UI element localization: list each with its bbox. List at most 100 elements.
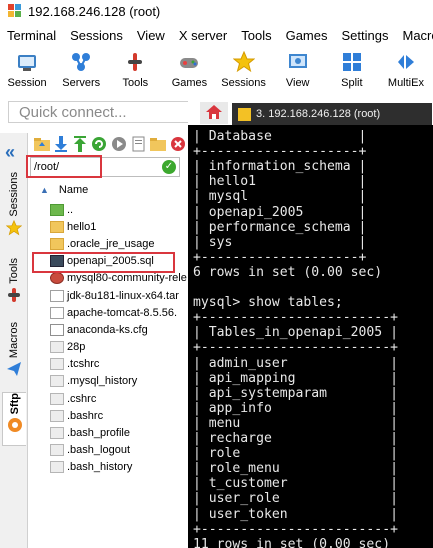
side-tab-sessions[interactable]: Sessions: [2, 172, 26, 236]
multiexec-button[interactable]: MultiEx: [379, 46, 433, 98]
side-tab-sftp[interactable]: Sftp: [2, 392, 26, 446]
file-row[interactable]: hello1: [30, 218, 188, 235]
file-name: mysql80-community-rele: [67, 272, 187, 285]
name-column-header[interactable]: Name: [59, 184, 88, 196]
file-name: ..: [67, 203, 74, 216]
file-name: anaconda-ks.cfg: [67, 323, 148, 336]
file-list: .. hello1 .oracle_jre_usage openapi_2005.sq…: [30, 201, 188, 548]
sftp-path-input[interactable]: /root/: [30, 157, 180, 177]
split-icon: [340, 50, 364, 74]
file-icon: [50, 392, 64, 405]
sort-arrow-icon: ▲: [40, 185, 49, 195]
terminal-line: | mysql |: [193, 189, 367, 205]
side-tab-tools[interactable]: Tools: [2, 258, 26, 316]
file-row[interactable]: 28p: [30, 339, 188, 356]
file-name: jdk-8u181-linux-x64.tar: [67, 289, 179, 302]
multiexec-icon: [394, 50, 418, 74]
terminal-line: +------------------------+: [193, 310, 398, 326]
star-icon: [5, 219, 23, 239]
file-row[interactable]: jdk-8u181-linux-x64.tar: [30, 287, 188, 304]
terminal-line: | openapi_2005 |: [193, 204, 367, 220]
menu-games[interactable]: Games: [279, 28, 335, 43]
file-row[interactable]: .bashrc: [30, 407, 188, 424]
window-title: 192.168.246.128 (root): [28, 3, 161, 19]
menu-macro[interactable]: Macro: [395, 28, 433, 43]
file-row[interactable]: anaconda-ks.cfg: [30, 321, 188, 338]
parent-folder-button[interactable]: [34, 136, 50, 152]
tab-ssh-session[interactable]: 3. 192.168.246.128 (root): [232, 103, 432, 125]
refresh-icon[interactable]: [91, 136, 107, 152]
file-row[interactable]: apache-tomcat-8.5.56.: [30, 304, 188, 321]
terminal-line: mysql> show tables;: [193, 295, 343, 311]
file-icon: [50, 375, 64, 388]
delete-icon[interactable]: [170, 136, 186, 152]
menu-tools[interactable]: Tools: [234, 28, 278, 43]
session-button[interactable]: Session: [0, 46, 54, 98]
terminal-line: | api_systemparam |: [193, 385, 398, 401]
new-file-icon[interactable]: [131, 136, 146, 152]
terminal-line: | role_menu |: [193, 461, 398, 477]
file-row[interactable]: .oracle_jre_usage: [30, 235, 188, 252]
star-icon: [232, 50, 256, 74]
menu-sessions[interactable]: Sessions: [63, 28, 130, 43]
side-tab-macros[interactable]: Macros: [2, 322, 26, 388]
file-row[interactable]: .bash_logout: [30, 442, 188, 459]
file-row[interactable]: .bash_profile: [30, 424, 188, 441]
terminal-line: | app_info |: [193, 400, 398, 416]
file-row[interactable]: .mysql_history: [30, 373, 188, 390]
file-row[interactable]: .bash_history: [30, 459, 188, 476]
file-list-header: ▲ Name: [30, 181, 186, 199]
file-name: .tcshrc: [67, 358, 100, 371]
menu-terminal[interactable]: Terminal: [0, 28, 63, 43]
file-row[interactable]: mysql80-community-rele: [30, 270, 188, 287]
view-button[interactable]: View: [271, 46, 325, 98]
terminal-line: +------------------------+: [193, 340, 398, 356]
menu-x-server[interactable]: X server: [172, 28, 234, 43]
execute-icon[interactable]: [111, 136, 127, 152]
file-name: .oracle_jre_usage: [67, 237, 155, 250]
file-icon: [50, 409, 64, 422]
file-row[interactable]: ..: [30, 201, 188, 218]
menu-view[interactable]: View: [130, 28, 172, 43]
menu-settings[interactable]: Settings: [335, 28, 396, 43]
file-row[interactable]: openapi_2005.sql: [30, 253, 188, 270]
terminal-line: | recharge |: [193, 431, 398, 446]
file-name: .bashrc: [67, 409, 104, 422]
file-name: hello1: [67, 220, 97, 233]
new-folder-icon[interactable]: [150, 136, 167, 152]
archive-file-icon: [50, 289, 64, 302]
download-icon[interactable]: [54, 136, 69, 152]
terminal-line: | performance_schema |: [193, 219, 367, 235]
file-row[interactable]: .tcshrc: [30, 356, 188, 373]
split-button[interactable]: Split: [325, 46, 379, 98]
games-button[interactable]: Games: [162, 46, 216, 98]
parent-folder-icon: [50, 203, 64, 216]
home-tab[interactable]: [200, 102, 228, 124]
file-icon: [50, 427, 64, 440]
collapse-sidebar-icon[interactable]: «: [5, 143, 23, 161]
servers-icon: [69, 50, 93, 74]
upload-icon[interactable]: [73, 136, 88, 152]
wrench-icon: [6, 287, 22, 306]
terminal-line: 6 rows in set (0.00 sec): [193, 264, 383, 280]
servers-button[interactable]: Servers: [54, 46, 108, 98]
file-name: .cshrc: [67, 392, 97, 405]
file-icon: [50, 358, 64, 371]
terminal-line: +------------------------+: [193, 521, 398, 537]
file-name: 28p: [67, 341, 86, 354]
side-tab-tools-label: Tools: [8, 258, 20, 284]
tools-button[interactable]: Tools: [108, 46, 162, 98]
file-name: .bash_logout: [67, 444, 130, 457]
path-confirm-icon[interactable]: ✓: [162, 160, 176, 174]
quick-connect-input[interactable]: Quick connect...: [8, 101, 194, 123]
paper-plane-icon: [6, 361, 22, 380]
sessions-star-button[interactable]: Sessions: [217, 46, 271, 98]
view-icon: [286, 50, 310, 74]
config-file-icon: [50, 323, 64, 336]
terminal-line: | api_mapping |: [193, 370, 398, 386]
terminal-output[interactable]: | Database | +--------------------+ | info…: [188, 125, 433, 548]
file-row[interactable]: .cshrc: [30, 390, 188, 407]
terminal-line: | user_token |: [193, 506, 398, 522]
side-tab-macros-label: Macros: [8, 322, 20, 359]
games-icon: [177, 50, 201, 74]
